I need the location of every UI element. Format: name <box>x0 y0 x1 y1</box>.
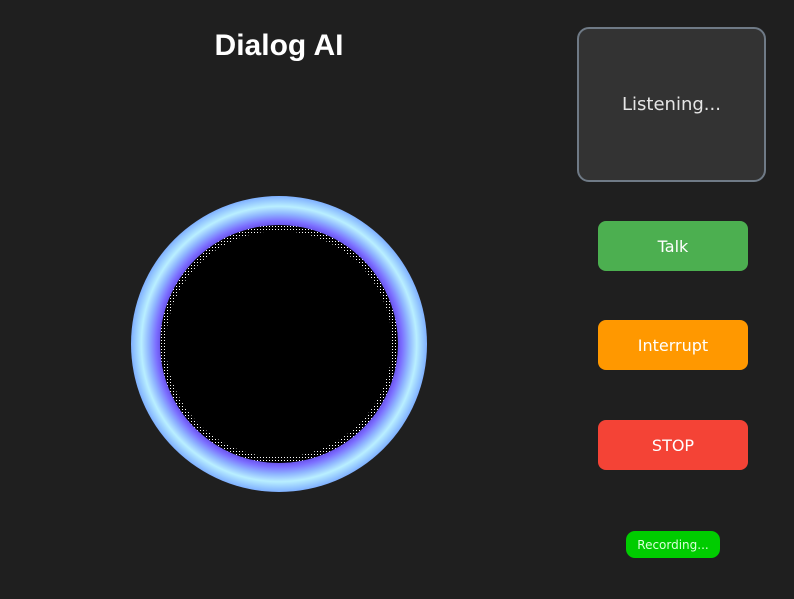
interrupt-button[interactable]: Interrupt <box>598 320 748 370</box>
status-text: Listening... <box>622 94 721 115</box>
voice-orb-icon <box>131 196 427 492</box>
talk-button-label: Talk <box>657 236 689 256</box>
talk-button[interactable]: Talk <box>598 221 748 271</box>
recording-badge-label: Recording... <box>637 537 709 552</box>
stop-button[interactable]: STOP <box>598 420 748 470</box>
recording-badge: Recording... <box>626 531 720 558</box>
status-display: Listening... <box>577 27 766 182</box>
orb-core <box>166 231 392 457</box>
stop-button-label: STOP <box>651 435 695 455</box>
app-window: Dialog AI Listening... Talk Interrupt ST… <box>0 0 794 599</box>
app-title: Dialog AI <box>214 29 344 62</box>
interrupt-button-label: Interrupt <box>637 335 709 355</box>
